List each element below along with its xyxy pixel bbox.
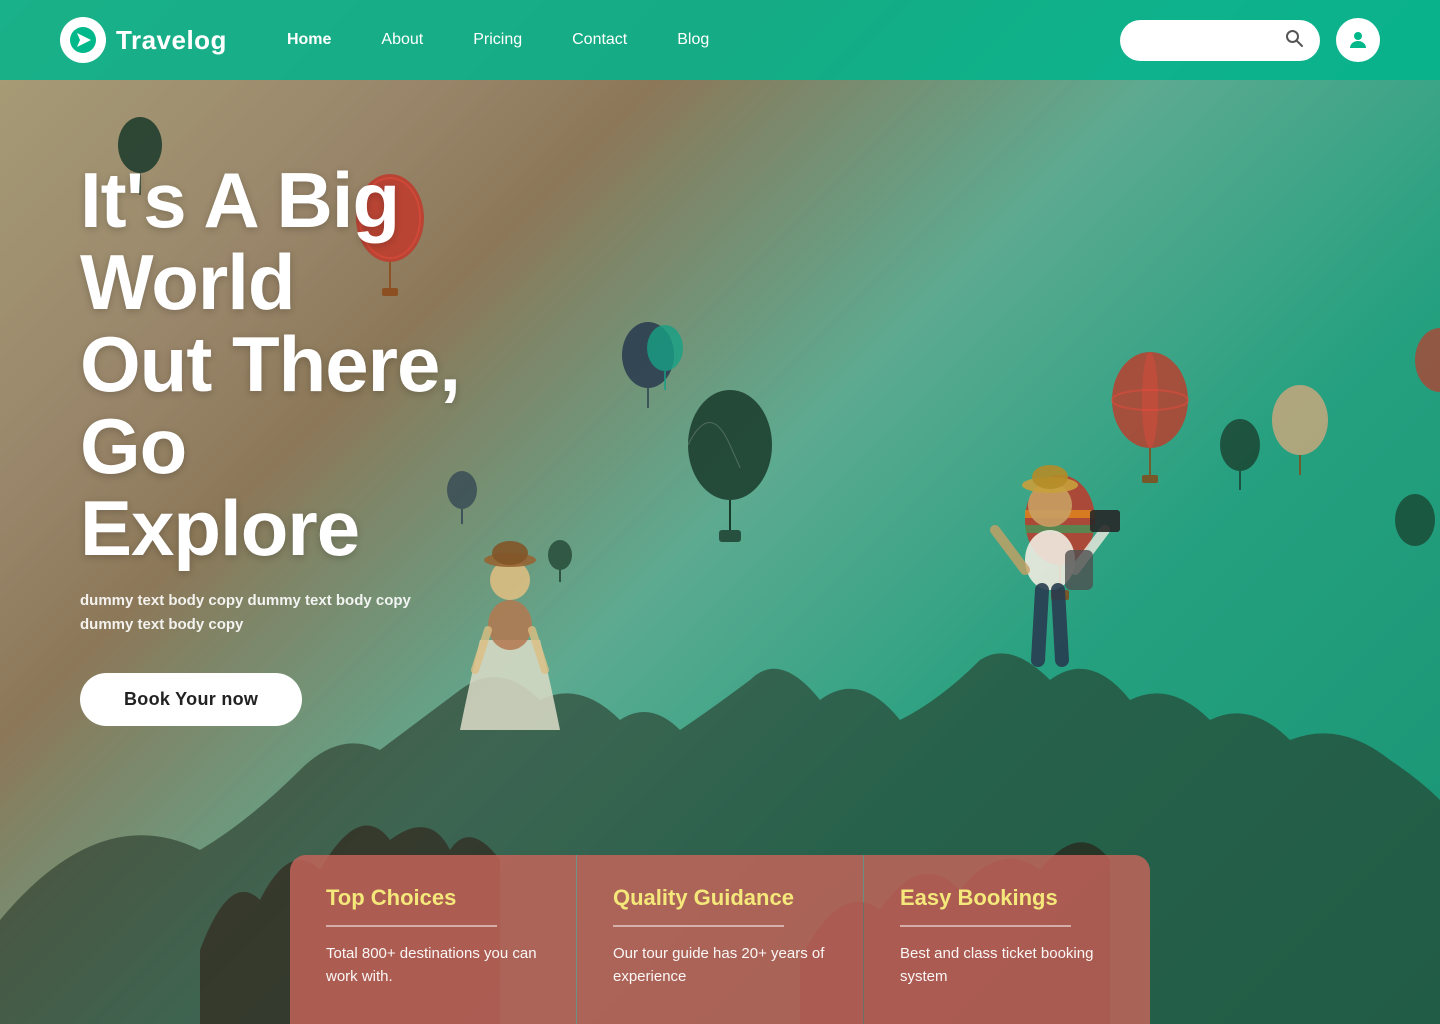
card-easy-bookings: Easy Bookings Best and class ticket book… xyxy=(864,855,1150,1024)
bottom-cards: Top Choices Total 800+ destinations you … xyxy=(290,855,1150,1024)
user-icon-button[interactable] xyxy=(1336,18,1380,62)
hero-subtitle: dummy text body copy dummy text body cop… xyxy=(80,589,460,637)
nav-home[interactable]: Home xyxy=(287,31,331,49)
nav-pricing[interactable]: Pricing xyxy=(473,31,522,49)
brand-name: Travelog xyxy=(116,25,227,56)
card-top-choices: Top Choices Total 800+ destinations you … xyxy=(290,855,576,1024)
nav-contact[interactable]: Contact xyxy=(572,31,627,49)
card-easy-bookings-title: Easy Bookings xyxy=(900,885,1114,911)
card-quality-guidance-divider xyxy=(613,925,784,927)
nav-right xyxy=(1120,18,1380,62)
card-easy-bookings-text: Best and class ticket booking system xyxy=(900,943,1114,988)
hero-content: It's A Big World Out There, Go Explore d… xyxy=(0,80,650,726)
navbar: Travelog Home About Pricing Contact Blog xyxy=(0,0,1440,80)
card-top-choices-divider xyxy=(326,925,497,927)
card-quality-guidance-text: Our tour guide has 20+ years of experien… xyxy=(613,943,827,988)
search-icon[interactable] xyxy=(1284,28,1304,53)
book-now-button[interactable]: Book Your now xyxy=(80,673,302,726)
card-top-choices-title: Top Choices xyxy=(326,885,540,911)
search-input[interactable] xyxy=(1136,32,1276,48)
hero-title: It's A Big World Out There, Go Explore xyxy=(80,160,570,569)
search-bar[interactable] xyxy=(1120,20,1320,61)
nav-blog[interactable]: Blog xyxy=(677,31,709,49)
card-top-choices-text: Total 800+ destinations you can work wit… xyxy=(326,943,540,988)
logo-icon xyxy=(60,17,106,63)
nav-links: Home About Pricing Contact Blog xyxy=(287,31,1120,49)
card-easy-bookings-divider xyxy=(900,925,1071,927)
card-quality-guidance: Quality Guidance Our tour guide has 20+ … xyxy=(577,855,863,1024)
card-quality-guidance-title: Quality Guidance xyxy=(613,885,827,911)
logo-area[interactable]: Travelog xyxy=(60,17,227,63)
nav-about[interactable]: About xyxy=(381,31,423,49)
